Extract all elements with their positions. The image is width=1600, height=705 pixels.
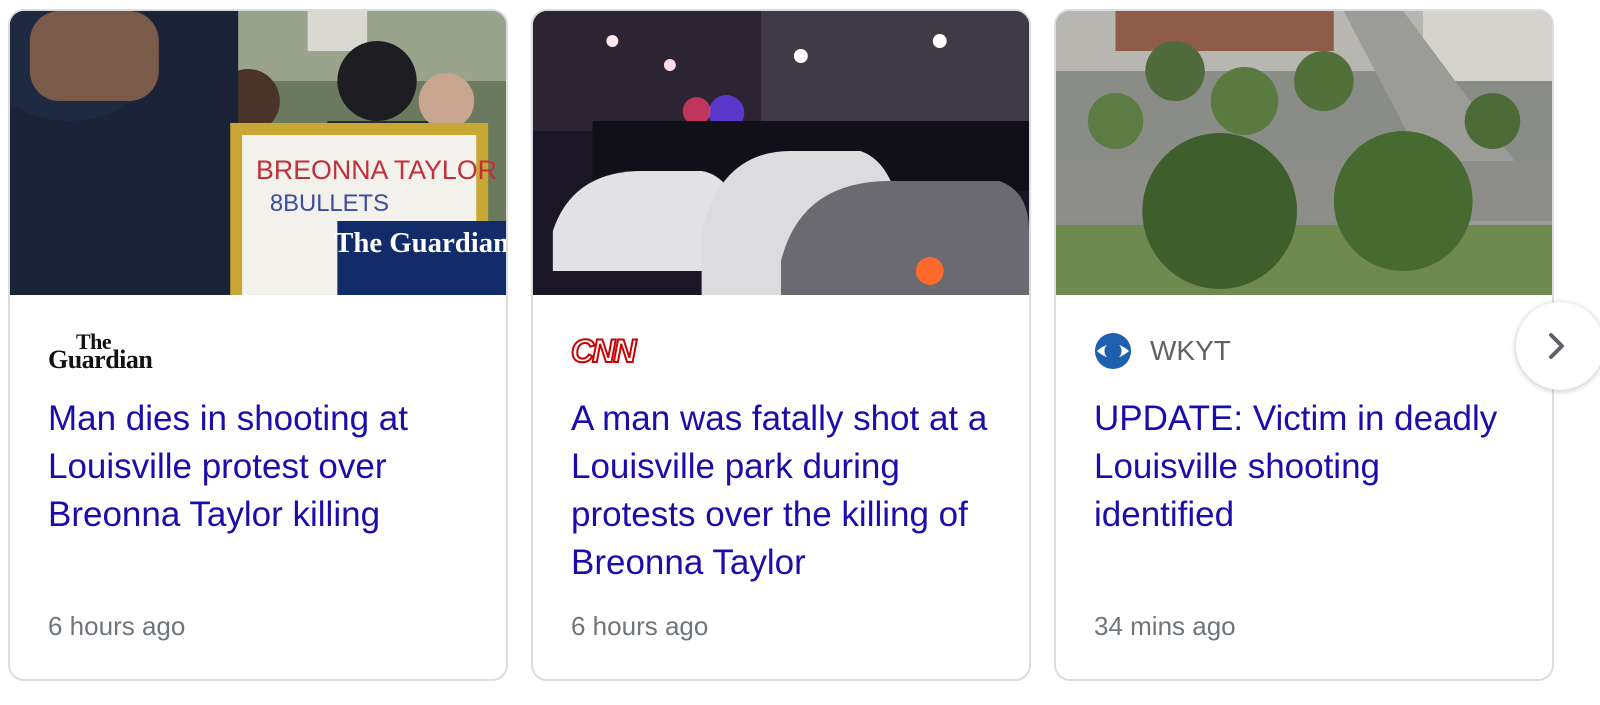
sign-text-line1: BREONNA TAYLOR [256, 155, 497, 185]
sign-text-line2: 8BULLETS [270, 190, 389, 217]
article-thumbnail: BREONNA TAYLOR 8BULLETS The Guardian [10, 11, 506, 295]
news-card-cnn[interactable]: CNN A man was fatally shot at a Louisvil… [531, 9, 1031, 681]
news-card-wkyt[interactable]: WKYT UPDATE: Victim in deadly Louisville… [1054, 9, 1554, 681]
chevron-right-icon [1549, 333, 1564, 359]
article-headline[interactable]: UPDATE: Victim in deadly Louisville shoo… [1094, 395, 1522, 539]
thumbnail-guardian-overlay: The Guardian [334, 227, 506, 259]
article-timestamp: 34 mins ago [1094, 611, 1236, 641]
carousel-next-button[interactable] [1516, 302, 1600, 390]
article-timestamp: 6 hours ago [571, 611, 709, 641]
source-guardian: The Guardian [48, 329, 170, 374]
source-cnn: CNN [570, 331, 637, 371]
cnn-logo: CNN [570, 332, 637, 370]
news-card-guardian[interactable]: BREONNA TAYLOR 8BULLETS The Guardian The… [8, 9, 508, 681]
article-headline[interactable]: Man dies in shooting at Louisville prote… [48, 395, 476, 539]
article-headline[interactable]: A man was fatally shot at a Louisville p… [571, 395, 999, 587]
article-thumbnail [533, 11, 1029, 295]
source-name: WKYT [1150, 335, 1231, 366]
source-wkyt: WKYT [1094, 331, 1231, 371]
article-timestamp: 6 hours ago [48, 611, 186, 641]
cbs-eye-icon [1094, 332, 1132, 370]
news-carousel: BREONNA TAYLOR 8BULLETS The Guardian The… [0, 0, 1600, 705]
article-thumbnail [1056, 11, 1552, 295]
guardian-logo: The Guardian [48, 329, 153, 374]
